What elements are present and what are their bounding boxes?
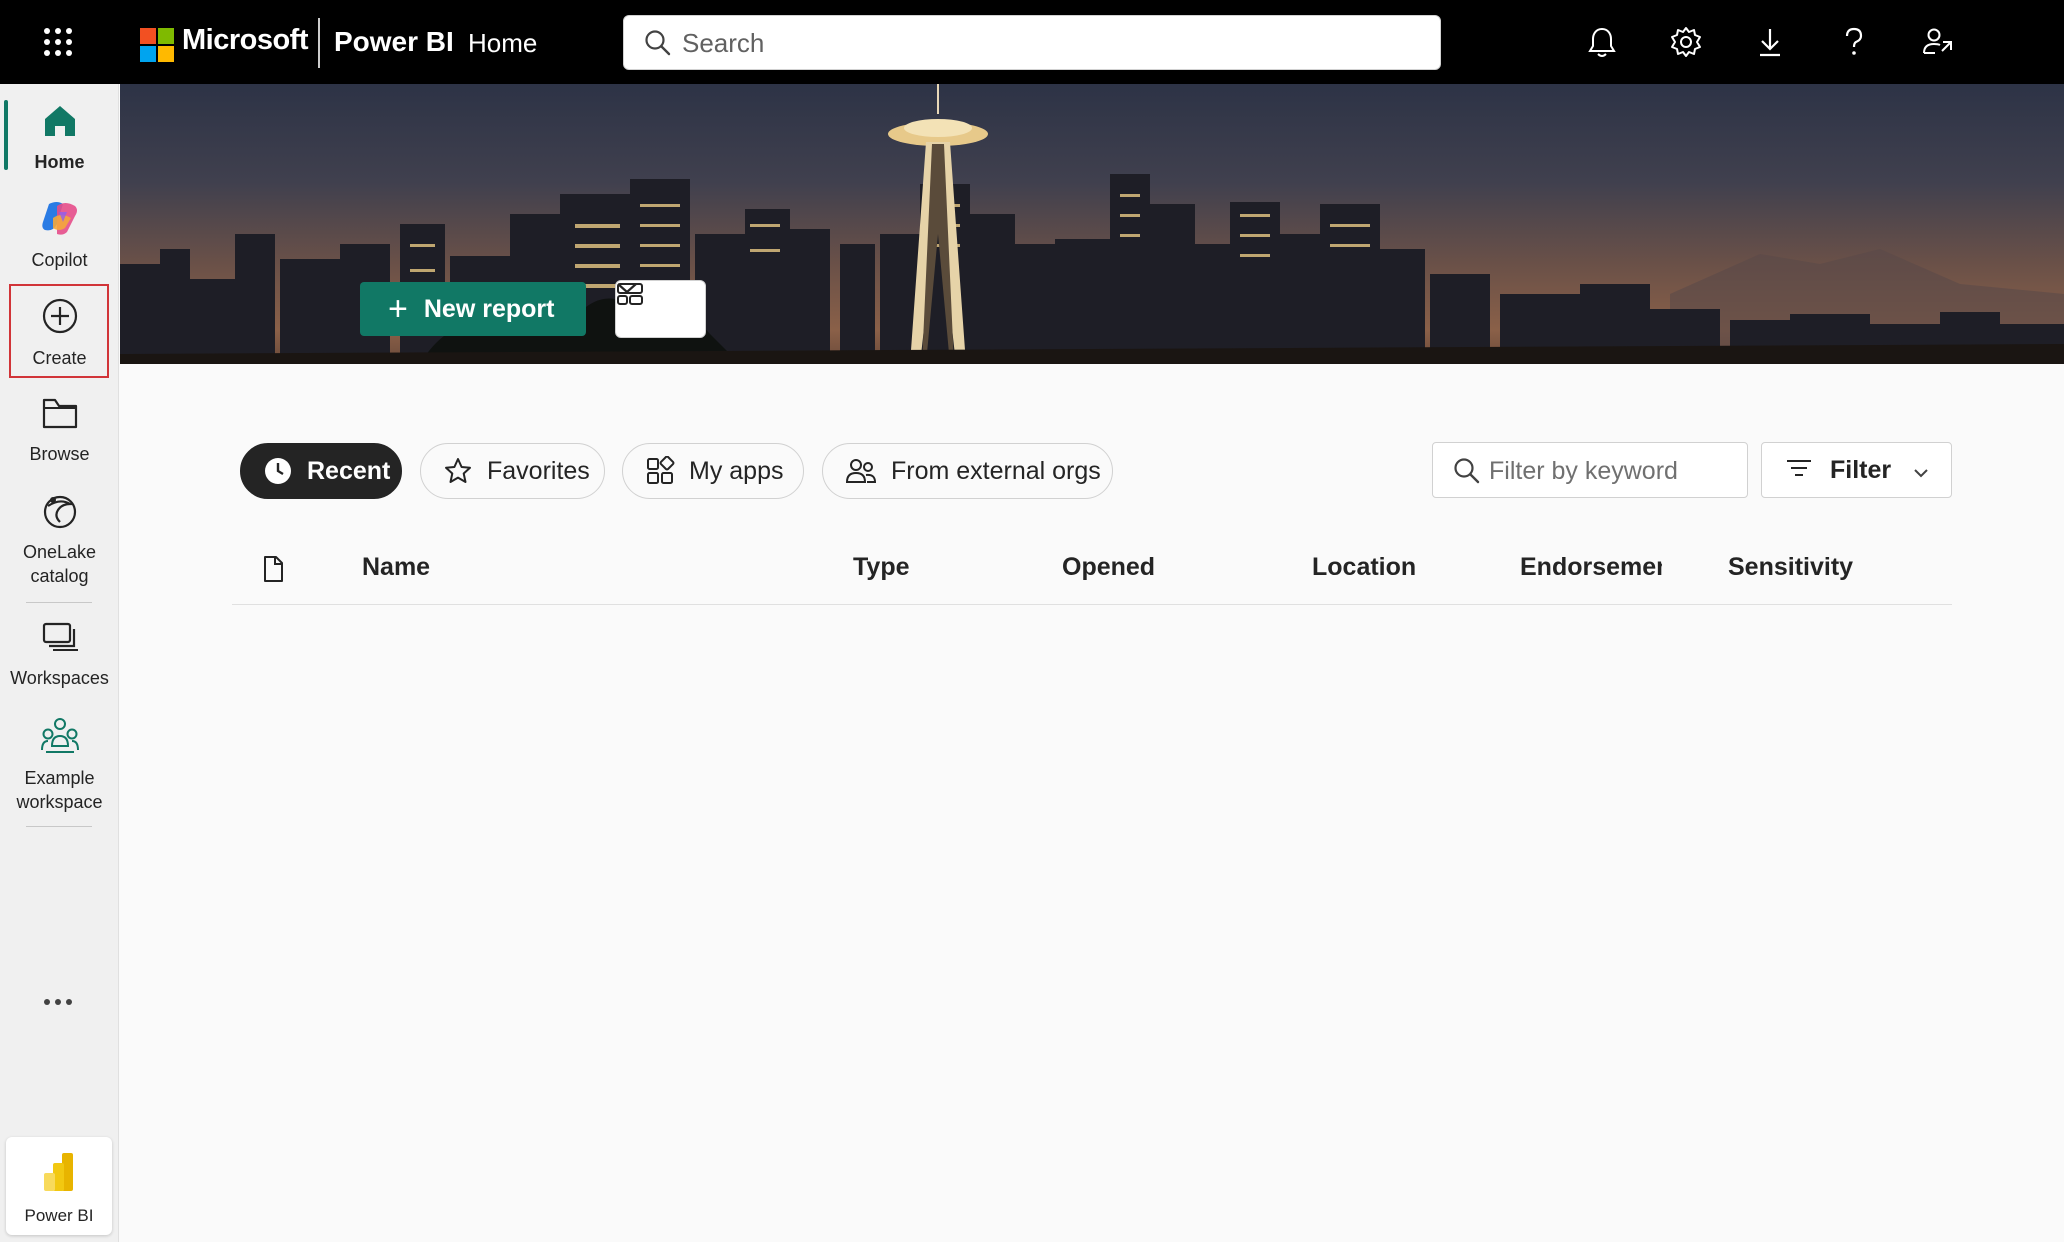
top-bar: Microsoft Power BI Home [0,0,2064,84]
nav-create-label: Create [32,348,87,368]
tab-favorites[interactable]: Favorites [420,443,605,499]
column-type[interactable]: Type [853,553,910,582]
keyword-filter[interactable] [1432,442,1748,498]
home-icon [41,102,79,146]
clock-icon [263,456,293,486]
microsoft-logo-icon [140,28,174,62]
nav-copilot[interactable]: Copilot [0,198,119,272]
share-person-icon[interactable] [1920,24,1956,60]
filter-button-label: Filter [1830,455,1892,484]
tab-my-apps-label: My apps [689,456,784,485]
nav-workspaces-label: Workspaces [10,668,109,688]
nav-browse[interactable]: Browse [0,394,119,466]
brand-divider [318,18,320,68]
gear-icon[interactable] [1668,24,1704,60]
column-name[interactable]: Name [362,553,430,582]
app-name[interactable]: Power BI [334,26,454,58]
nav-example-workspace-label-line1: Example [24,768,95,788]
sidebar-divider [26,602,92,603]
nav-onelake-catalog[interactable]: OneLake catalog [0,492,119,588]
tab-recent-label: Recent [307,456,391,485]
star-icon [443,456,473,486]
filter-lines-icon [1786,456,1812,485]
nav-home[interactable]: Home [0,102,119,174]
search-icon [1453,457,1481,490]
tab-favorites-label: Favorites [487,456,590,485]
nav-home-label: Home [34,152,85,172]
column-opened[interactable]: Opened [1062,553,1155,582]
new-report-label: New report [423,294,555,323]
tab-from-external-orgs-label: From external orgs [891,456,1101,485]
copilot-icon [39,198,81,244]
apps-icon [645,456,675,486]
search-icon [644,29,672,62]
download-icon[interactable] [1752,24,1788,60]
filter-button[interactable]: Filter [1761,442,1952,498]
microsoft-brand[interactable]: Microsoft [182,24,309,57]
nav-onelake-label-line2: catalog [30,566,89,586]
nav-copilot-label: Copilot [31,250,88,270]
folder-icon [40,394,80,438]
power-bi-switcher[interactable]: Power BI [6,1137,112,1235]
bell-icon[interactable] [1584,24,1620,60]
layout-dropdown[interactable] [615,280,706,338]
sidebar-divider [26,826,92,827]
tab-my-apps[interactable]: My apps [622,443,804,499]
workspaces-icon [40,618,80,662]
tab-from-external-orgs[interactable]: From external orgs [822,443,1113,499]
left-nav: Home Copilot Create Browse OneLake catal… [0,84,119,1242]
chevron-down-icon [1913,456,1929,485]
nav-browse-label: Browse [29,444,90,464]
help-icon[interactable] [1836,24,1872,60]
nav-example-workspace[interactable]: Example workspace [0,716,119,814]
plus-circle-icon [40,296,80,342]
nav-workspaces[interactable]: Workspaces [0,618,119,690]
column-sensitivity[interactable]: Sensitivity [1728,553,1853,582]
breadcrumb[interactable]: Home [468,28,537,59]
nav-onelake-label-line1: OneLake [22,542,97,562]
new-report-button[interactable]: + New report [360,282,586,336]
more-icon[interactable] [44,990,76,1014]
global-search[interactable] [623,15,1441,70]
keyword-filter-input[interactable] [1489,453,1729,489]
table-header: Name Type Opened Location Endorsement Se… [232,537,1952,605]
nav-create[interactable]: Create [0,296,119,370]
plus-icon: + [388,290,408,328]
column-location[interactable]: Location [1312,553,1416,582]
search-input[interactable] [682,24,1422,62]
power-bi-logo-icon [42,1151,76,1198]
onelake-icon [40,492,80,536]
column-endorsement[interactable]: Endorsement [1520,553,1662,582]
hero-banner: + New report [120,84,2064,364]
people-icon [845,456,877,486]
waffle-icon[interactable] [44,28,72,56]
people-group-icon [40,716,80,762]
tab-recent[interactable]: Recent [240,443,402,499]
power-bi-switcher-label: Power BI [24,1206,94,1225]
nav-example-workspace-label-line2: workspace [16,792,103,812]
file-type-icon[interactable] [262,555,284,590]
